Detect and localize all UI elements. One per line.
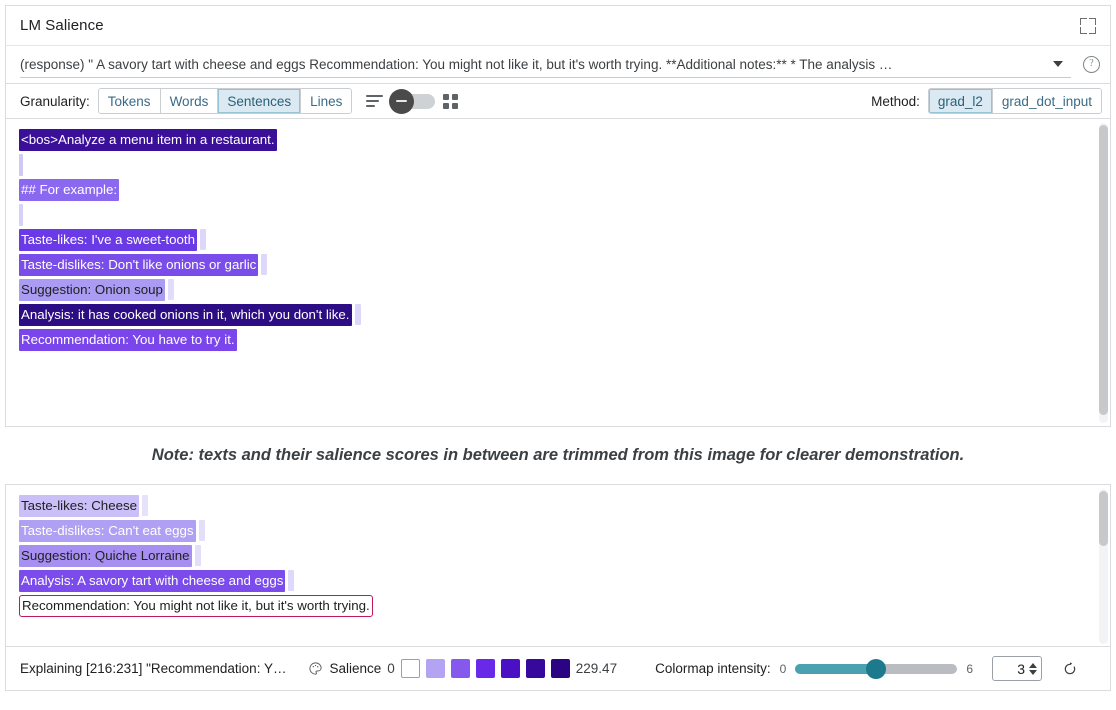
trim-note: Note: texts and their salience scores in…: [0, 427, 1116, 484]
granularity-option-tokens[interactable]: Tokens: [99, 89, 161, 113]
controls-bar: Granularity: Tokens Words Sentences Line…: [5, 84, 1111, 119]
salience-row[interactable]: Suggestion: Onion soup: [6, 277, 1110, 302]
legend-swatch: [476, 659, 495, 678]
response-select-value: (response) " A savory tart with cheese a…: [20, 57, 1045, 72]
legend-label: Salience: [329, 661, 381, 676]
toggle-knob: [389, 89, 414, 114]
display-mode-toggle[interactable]: [391, 94, 435, 109]
salience-segment[interactable]: [19, 204, 23, 226]
palette-icon: [308, 661, 323, 676]
salience-whitespace-segment[interactable]: [195, 545, 201, 566]
status-bar: Explaining [216:231] "Recommendation: Y……: [5, 647, 1111, 691]
salience-legend: Salience 0 229.47: [329, 659, 617, 678]
slider-min-label: 0: [780, 662, 787, 676]
vertical-scrollbar[interactable]: [1099, 123, 1108, 423]
salience-whitespace-segment[interactable]: [261, 254, 267, 275]
chevron-down-icon[interactable]: [1053, 61, 1063, 67]
salience-segment[interactable]: Recommendation: You have to try it.: [19, 329, 237, 351]
scrollbar-thumb[interactable]: [1099, 491, 1108, 546]
explaining-label: Explaining [216:231] "Recommendation: Y…: [20, 661, 286, 676]
salience-row[interactable]: Taste-dislikes: Can't eat eggs: [6, 518, 1110, 543]
salience-panel-top: <bos>Analyze a menu item in a restaurant…: [5, 119, 1111, 427]
salience-row[interactable]: Recommendation: You have to try it.: [6, 327, 1110, 352]
legend-swatch: [426, 659, 445, 678]
method-option-grad-l2[interactable]: grad_l2: [929, 89, 993, 113]
salience-segment[interactable]: [19, 154, 23, 176]
response-select[interactable]: (response) " A savory tart with cheese a…: [20, 52, 1071, 78]
salience-segment[interactable]: Taste-dislikes: Can't eat eggs: [19, 520, 196, 542]
module-titlebar: LM Salience: [5, 5, 1111, 46]
salience-panel-bottom: Taste-likes: Cheese Taste-dislikes: Can't…: [5, 484, 1111, 647]
slider-max-label: 6: [966, 662, 973, 676]
stepper-value: 3: [1017, 661, 1025, 677]
page-title: LM Salience: [20, 17, 1080, 34]
salience-whitespace-segment[interactable]: [142, 495, 148, 516]
salience-row[interactable]: Taste-likes: I've a sweet-tooth: [6, 227, 1110, 252]
salience-rows-bottom: Taste-likes: Cheese Taste-dislikes: Can't…: [6, 485, 1110, 646]
vertical-scrollbar[interactable]: [1099, 489, 1108, 644]
salience-whitespace-segment[interactable]: [288, 570, 294, 591]
salience-segment[interactable]: Taste-dislikes: Don't like onions or gar…: [19, 254, 258, 276]
reset-icon[interactable]: [1062, 661, 1078, 677]
salience-row[interactable]: Analysis: A savory tart with cheese and …: [6, 568, 1110, 593]
legend-min-value: 0: [387, 661, 395, 676]
salience-row[interactable]: Recommendation: You might not like it, b…: [6, 593, 1110, 618]
expand-icon[interactable]: [1080, 18, 1096, 34]
salience-row[interactable]: ## For example:: [6, 177, 1110, 202]
granularity-button-group: Tokens Words Sentences Lines: [98, 88, 353, 114]
salience-row[interactable]: Taste-likes: Cheese: [6, 493, 1110, 518]
salience-segment[interactable]: <bos>Analyze a menu item in a restaurant…: [19, 129, 277, 151]
salience-row[interactable]: Analysis: it has cooked onions in it, wh…: [6, 302, 1110, 327]
colormap-intensity-control: Colormap intensity: 0 6 3: [655, 656, 1078, 681]
colormap-intensity-label: Colormap intensity:: [655, 661, 771, 676]
colormap-intensity-stepper[interactable]: 3: [992, 656, 1042, 681]
salience-segment[interactable]: Suggestion: Quiche Lorraine: [19, 545, 192, 567]
salience-whitespace-segment[interactable]: [168, 279, 174, 300]
help-circle-icon[interactable]: ?: [1083, 56, 1100, 73]
slider-fill: [795, 664, 876, 674]
legend-max-value: 229.47: [576, 661, 617, 676]
salience-row[interactable]: [6, 202, 1110, 227]
salience-row[interactable]: Taste-dislikes: Don't like onions or gar…: [6, 252, 1110, 277]
method-button-group: grad_l2 grad_dot_input: [928, 88, 1102, 114]
method-option-grad-dot-input[interactable]: grad_dot_input: [993, 89, 1101, 113]
salience-whitespace-segment[interactable]: [199, 520, 205, 541]
salience-segment[interactable]: Analysis: it has cooked onions in it, wh…: [19, 304, 352, 326]
slider-handle[interactable]: [866, 659, 886, 679]
granularity-option-sentences[interactable]: Sentences: [218, 89, 301, 113]
scrollbar-thumb[interactable]: [1099, 125, 1108, 415]
response-selector-bar: (response) " A savory tart with cheese a…: [5, 46, 1111, 84]
salience-row[interactable]: Suggestion: Quiche Lorraine: [6, 543, 1110, 568]
lm-salience-module: LM Salience (response) " A savory tart w…: [0, 0, 1116, 710]
salience-segment[interactable]: Taste-likes: Cheese: [19, 495, 139, 517]
salience-segment[interactable]: ## For example:: [19, 179, 119, 201]
salience-row[interactable]: <bos>Analyze a menu item in a restaurant…: [6, 127, 1110, 152]
salience-segment-selected[interactable]: Recommendation: You might not like it, b…: [19, 595, 373, 617]
legend-swatch: [451, 659, 470, 678]
salience-whitespace-segment[interactable]: [355, 304, 361, 325]
method-controls: Method: grad_l2 grad_dot_input: [871, 88, 1102, 114]
granularity-option-lines[interactable]: Lines: [301, 89, 351, 113]
legend-swatch: [401, 659, 420, 678]
method-label: Method:: [871, 94, 920, 109]
salience-segment[interactable]: Suggestion: Onion soup: [19, 279, 165, 301]
lines-icon[interactable]: [366, 95, 383, 107]
salience-row[interactable]: [6, 152, 1110, 177]
grid-icon[interactable]: [443, 94, 458, 109]
spinner-arrows[interactable]: [1029, 663, 1037, 675]
colormap-intensity-slider[interactable]: [795, 664, 957, 674]
salience-segment[interactable]: Analysis: A savory tart with cheese and …: [19, 570, 285, 592]
legend-swatch: [526, 659, 545, 678]
salience-rows-top: <bos>Analyze a menu item in a restaurant…: [6, 119, 1110, 426]
granularity-option-words[interactable]: Words: [161, 89, 219, 113]
granularity-label: Granularity:: [20, 94, 90, 109]
legend-swatch: [501, 659, 520, 678]
salience-segment[interactable]: Taste-likes: I've a sweet-tooth: [19, 229, 197, 251]
legend-swatch: [551, 659, 570, 678]
salience-whitespace-segment[interactable]: [200, 229, 206, 250]
display-mode-controls: [366, 94, 458, 109]
